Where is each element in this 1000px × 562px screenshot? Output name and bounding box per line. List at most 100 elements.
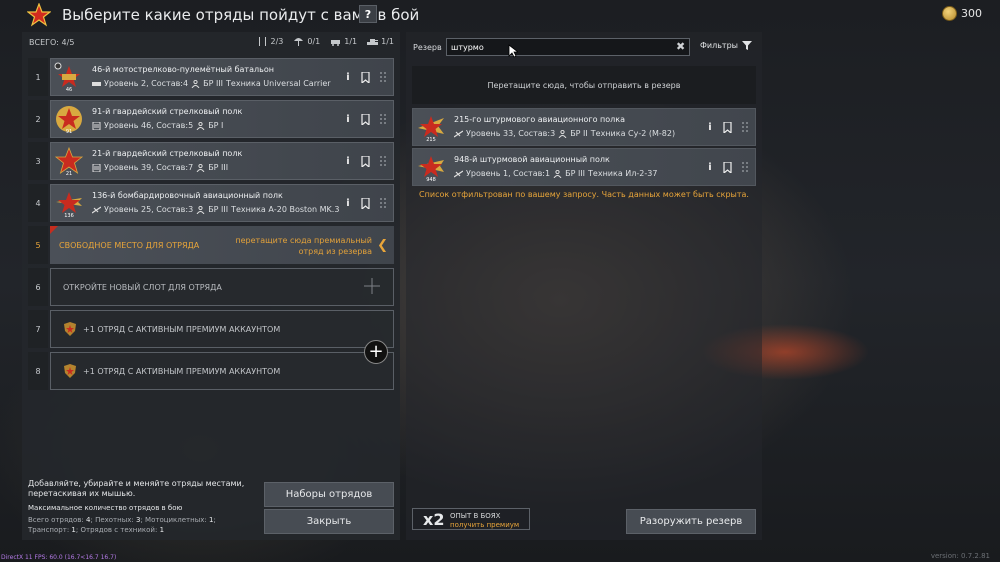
squad-name: 46-й мотострелково-пулемётный батальон — [92, 65, 274, 74]
clear-search-icon[interactable]: ✖ — [676, 40, 685, 53]
squad-slot-3[interactable]: 3 21 21-й гвардейский стрелковый полк Ур… — [28, 142, 394, 180]
premium-slot-7[interactable]: 7 +1 ОТРЯД С АКТИВНЫМ ПРЕМИУМ АККАУНТОМ — [28, 310, 394, 348]
reserve-search-input[interactable] — [446, 38, 690, 56]
reserve-panel: Резерв ✖ Фильтры Перетащите сюда, чтобы … — [406, 32, 762, 540]
stat-vehicle: 1/1 — [330, 37, 357, 46]
bookmark-icon[interactable] — [361, 155, 370, 167]
fps-counter: DirectX 11 FPS: 60.0 (16.7<16.7 16.7) — [1, 554, 117, 561]
gold-amount: 300 — [961, 7, 982, 20]
drag-handle-icon[interactable] — [379, 155, 387, 167]
slot-number: 5 — [28, 226, 48, 264]
info-icon[interactable]: i — [344, 114, 352, 125]
filter-notice: Список отфильтрован по вашему запросу. Ч… — [419, 190, 749, 199]
assault-air-unit-emblem-icon: 948 — [418, 156, 444, 182]
limit-transport-value: 1 — [71, 526, 76, 534]
infantry-icon — [258, 37, 266, 46]
version-label: version: 0.7.2.81 — [930, 552, 990, 560]
slot-number: 2 — [28, 100, 48, 138]
squad-tech: Техника Ил-2-37 — [588, 169, 658, 178]
reserve-squad-card[interactable]: 948 948-й штурмовой авиационный полк Уро… — [412, 148, 756, 186]
get-premium-link[interactable]: получить премиум — [450, 521, 519, 529]
bookmark-icon[interactable] — [361, 197, 370, 209]
drag-handle-icon[interactable] — [379, 113, 387, 125]
open-slot[interactable]: 6 ОТКРОЙТЕ НОВЫЙ СЛОТ ДЛЯ ОТРЯДА — [28, 268, 394, 306]
chevron-left-icon: ❮ — [377, 238, 388, 253]
free-squad-slot[interactable]: 5 СВОБОДНОЕ МЕСТО ДЛЯ ОТРЯДА перетащите … — [28, 226, 394, 264]
emblem-number: 136 — [64, 213, 74, 218]
squad-slot-2[interactable]: 2 91 91-й гвардейский стрелковый полк Ур… — [28, 100, 394, 138]
close-button[interactable]: Закрыть — [264, 509, 394, 534]
drag-handle-icon[interactable] — [379, 71, 387, 83]
assault-air-unit-emblem-icon: 215 — [418, 116, 444, 142]
mouse-cursor-icon — [508, 44, 518, 58]
premium-shield-icon — [64, 322, 76, 336]
limit-transport-label: Транспорт: — [28, 526, 70, 534]
rifle-icon — [92, 121, 101, 130]
soldier-icon — [196, 163, 205, 172]
top-bar: Выберите какие отряды пойдут с вами в бо… — [0, 0, 1000, 30]
info-icon[interactable]: i — [344, 156, 352, 167]
vehicle-icon — [92, 81, 101, 86]
tank-icon — [367, 39, 379, 45]
squad-tech: Техника Су-2 (М-82) — [590, 129, 676, 138]
plus-icon[interactable] — [363, 277, 381, 295]
squad-card[interactable]: 46 46-й мотострелково-пулемётный батальо… — [50, 58, 394, 96]
info-icon[interactable]: i — [706, 122, 714, 133]
squad-presets-button[interactable]: Наборы отрядов — [264, 482, 394, 507]
squad-level: Уровень 25, Состав:3 — [104, 205, 194, 214]
premium-exp-badge[interactable]: x2 ОПЫТ В БОЯХ получить премиум — [412, 508, 530, 530]
reserve-drop-zone[interactable]: Перетащите сюда, чтобы отправить в резер… — [412, 66, 756, 104]
parachute-icon — [294, 38, 304, 46]
filters-button[interactable]: Фильтры — [700, 41, 752, 50]
limit-infantry-value: 3 — [135, 516, 141, 524]
squad-info: Уровень 33, Состав:3 БР II Техника Су-2 … — [454, 129, 675, 138]
drag-handle-icon[interactable] — [741, 121, 749, 133]
premium-slot-8[interactable]: 8 +1 ОТРЯД С АКТИВНЫМ ПРЕМИУМ АККАУНТОМ — [28, 352, 394, 390]
squad-slot-1[interactable]: 1 46 46-й мотострелково-пулемётный батал… — [28, 58, 394, 96]
squad-br: БР III — [203, 79, 224, 88]
squad-tech: Техника А-20 Boston MK.3 — [231, 205, 340, 214]
open-slot-label: ОТКРОЙТЕ НОВЫЙ СЛОТ ДЛЯ ОТРЯДА — [63, 283, 222, 292]
premium-slot-card[interactable]: +1 ОТРЯД С АКТИВНЫМ ПРЕМИУМ АККАУНТОМ — [50, 310, 394, 348]
bookmark-icon[interactable] — [361, 113, 370, 125]
soldier-icon — [196, 205, 205, 214]
help-button[interactable]: ? — [359, 5, 377, 23]
squad-info: Уровень 1, Состав:1 БР III Техника Ил-2-… — [454, 169, 657, 178]
premium-corner-flag-icon — [50, 226, 58, 234]
stat-tank: 1/1 — [367, 37, 394, 46]
emblem-number: 215 — [426, 137, 436, 142]
slot-number: 6 — [28, 268, 48, 306]
limit-tech-label: Отрядов с техникой: — [80, 526, 158, 534]
info-icon[interactable]: i — [706, 162, 714, 173]
vehicle-icon — [331, 40, 341, 46]
add-circle-icon[interactable]: + — [364, 340, 388, 364]
open-slot-card[interactable]: ОТКРОЙТЕ НОВЫЙ СЛОТ ДЛЯ ОТРЯДА — [50, 268, 394, 306]
info-icon[interactable]: i — [344, 72, 352, 83]
plane-icon — [454, 170, 463, 177]
bookmark-icon[interactable] — [723, 161, 732, 173]
squad-info: Уровень 46, Состав:5 БР I — [92, 121, 223, 130]
drag-handle-icon[interactable] — [741, 161, 749, 173]
disarm-reserve-button[interactable]: Разоружить резерв — [626, 509, 756, 534]
card-actions: i — [344, 113, 387, 125]
premium-slot-label: +1 ОТРЯД С АКТИВНЫМ ПРЕМИУМ АККАУНТОМ — [83, 325, 281, 334]
reserve-squad-card[interactable]: 215 215-го штурмового авиационного полка… — [412, 108, 756, 146]
free-slot-card[interactable]: СВОБОДНОЕ МЕСТО ДЛЯ ОТРЯДА перетащите сю… — [50, 226, 394, 264]
squad-card[interactable]: 91 91-й гвардейский стрелковый полк Уров… — [50, 100, 394, 138]
premium-slot-card[interactable]: +1 ОТРЯД С АКТИВНЫМ ПРЕМИУМ АККАУНТОМ — [50, 352, 394, 390]
drag-handle-icon[interactable] — [379, 197, 387, 209]
squad-name: 215-го штурмового авиационного полка — [454, 115, 625, 124]
card-actions: i — [706, 161, 749, 173]
squad-card[interactable]: 21 21-й гвардейский стрелковый полк Уров… — [50, 142, 394, 180]
limit-infantry-label: Пехотных: — [95, 516, 134, 524]
squad-card[interactable]: 136 136-й бомбардировочный авиационный п… — [50, 184, 394, 222]
squad-name: 91-й гвардейский стрелковый полк — [92, 107, 243, 116]
premium-shield-icon — [64, 364, 76, 378]
info-icon[interactable]: i — [344, 198, 352, 209]
bookmark-icon[interactable] — [361, 71, 370, 83]
squad-level: Уровень 39, Состав:7 — [104, 163, 194, 172]
bookmark-icon[interactable] — [723, 121, 732, 133]
emblem-number: 948 — [426, 177, 436, 182]
squad-slot-4[interactable]: 4 136 136-й бомбардировочный авиационный… — [28, 184, 394, 222]
squad-level: Уровень 2, Состав:4 — [104, 79, 189, 88]
